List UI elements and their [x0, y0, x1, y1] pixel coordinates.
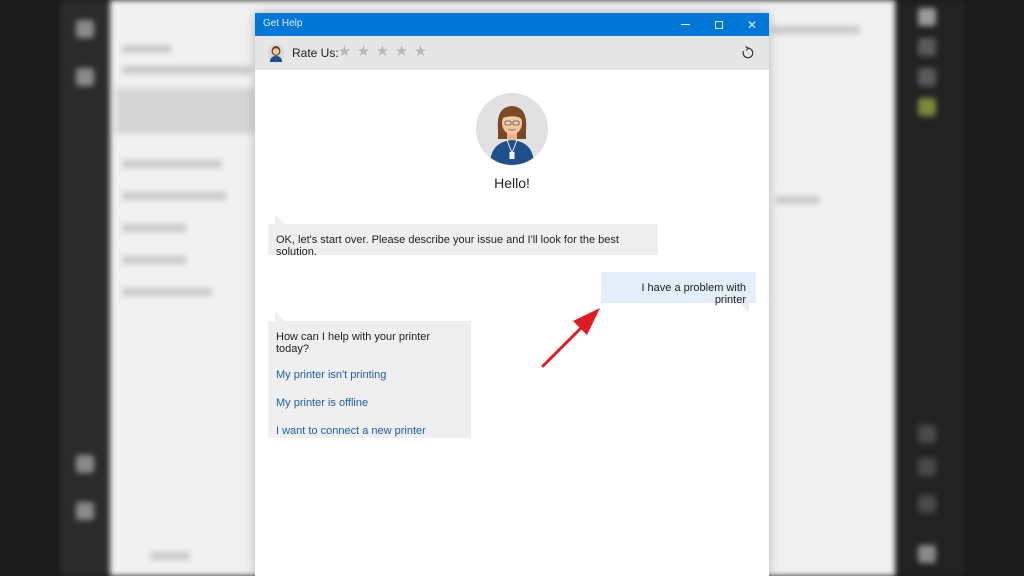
- background-taskbar-left: [60, 0, 110, 576]
- minimize-icon: [680, 24, 690, 25]
- agent-avatar-icon: [267, 44, 285, 62]
- background-icon: [918, 68, 936, 86]
- maximize-button[interactable]: [702, 13, 736, 36]
- close-icon: ✕: [746, 17, 758, 32]
- user-message: I have a problem with printer: [601, 272, 756, 312]
- rate-bar: Rate Us: ★ ★ ★ ★ ★: [255, 36, 769, 70]
- background-icon: [918, 545, 936, 563]
- background-icon: [76, 455, 94, 473]
- background-text-line: [122, 160, 222, 168]
- greeting-text: Hello!: [494, 175, 530, 191]
- window-title: Get Help: [263, 18, 303, 29]
- star-icon[interactable]: ★: [375, 44, 390, 60]
- background-text-line: [122, 288, 212, 296]
- background-icon: [76, 502, 94, 520]
- agent-message-options: How can I help with your printer today? …: [268, 312, 471, 438]
- rating-stars: ★ ★ ★ ★ ★: [337, 44, 428, 60]
- background-icon: [918, 8, 936, 26]
- agent-question: How can I help with your printer today?: [276, 331, 431, 355]
- close-button[interactable]: ✕: [735, 13, 769, 36]
- background-icon: [918, 425, 936, 443]
- background-icon: [76, 68, 94, 86]
- background-text-line: [122, 45, 172, 53]
- star-icon[interactable]: ★: [394, 44, 409, 60]
- option-printer-offline[interactable]: My printer is offline: [276, 397, 463, 409]
- rate-us-label: Rate Us:: [292, 46, 339, 60]
- background-icon: [918, 98, 936, 116]
- star-icon[interactable]: ★: [413, 44, 428, 60]
- background-text-line: [122, 224, 187, 232]
- background-text-line: [770, 26, 860, 34]
- background-text-line: [122, 256, 187, 264]
- background-icon: [76, 20, 94, 38]
- agent-message: OK, let's start over. Please describe yo…: [268, 215, 658, 258]
- background-text-line: [122, 66, 252, 74]
- agent-avatar: [476, 93, 548, 165]
- background-text-line: [122, 192, 227, 200]
- star-icon[interactable]: ★: [337, 44, 352, 60]
- background-icon: [918, 458, 936, 476]
- star-icon[interactable]: ★: [356, 44, 371, 60]
- background-icon: [918, 495, 936, 513]
- minimize-button[interactable]: [668, 13, 702, 36]
- maximize-icon: [715, 20, 723, 29]
- background-selected-item: [115, 88, 255, 134]
- title-bar[interactable]: Get Help ✕: [255, 13, 769, 36]
- option-connect-new-printer[interactable]: I want to connect a new printer: [276, 425, 463, 437]
- background-taskbar-right: [895, 0, 965, 576]
- get-help-window: Get Help ✕ Rate Us: ★ ★ ★ ★ ★ Hello! OK,…: [255, 13, 769, 576]
- background-text-line: [150, 552, 190, 560]
- option-printer-not-printing[interactable]: My printer isn't printing: [276, 369, 463, 381]
- background-text-line: [775, 196, 820, 204]
- annotation-arrow-icon: [541, 308, 600, 368]
- background-icon: [918, 38, 936, 56]
- restart-icon[interactable]: [741, 46, 755, 60]
